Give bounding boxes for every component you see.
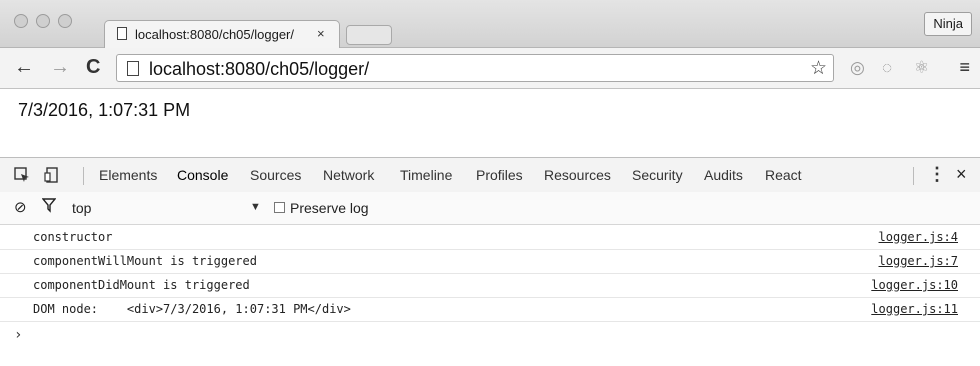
console-log-row: DOM node: <div>7/3/2016, 1:07:31 PM</div… <box>0 298 980 322</box>
tab-sources[interactable]: Sources <box>250 167 301 183</box>
tab-timeline[interactable]: Timeline <box>400 167 452 183</box>
title-bar: localhost:8080/ch05/logger/ × Ninja <box>0 0 980 48</box>
inspect-element-icon[interactable] <box>14 167 30 183</box>
extension-icon[interactable]: ◌ <box>882 58 892 78</box>
tab-elements[interactable]: Elements <box>99 167 157 183</box>
browser-tab[interactable]: localhost:8080/ch05/logger/ × <box>104 20 340 48</box>
tab-network[interactable]: Network <box>323 167 374 183</box>
console-filter-bar: ⊘ top ▼ Preserve log <box>0 192 980 225</box>
tab-resources[interactable]: Resources <box>544 167 611 183</box>
minimize-window-button[interactable] <box>36 14 50 28</box>
console-prompt-icon[interactable]: › <box>14 327 22 343</box>
log-source-link[interactable]: logger.js:4 <box>879 230 958 244</box>
page-icon <box>117 27 127 40</box>
log-message: constructor <box>33 230 113 244</box>
tab-audits[interactable]: Audits <box>704 167 743 183</box>
devtools-menu-icon[interactable]: ⋮ <box>928 164 946 185</box>
close-devtools-icon[interactable]: × <box>956 164 967 185</box>
tab-title: localhost:8080/ch05/logger/ <box>135 27 295 42</box>
tab-profiles[interactable]: Profiles <box>476 167 523 183</box>
preserve-log-label: Preserve log <box>290 200 369 216</box>
star-icon[interactable]: ☆ <box>810 57 827 80</box>
filter-icon[interactable] <box>42 197 56 213</box>
clear-console-icon[interactable]: ⊘ <box>14 198 27 216</box>
preserve-log-checkbox[interactable] <box>274 202 285 213</box>
page-date-text: 7/3/2016, 1:07:31 PM <box>18 100 191 120</box>
menu-icon[interactable]: ≡ <box>959 57 970 78</box>
toolbar-divider <box>913 167 914 185</box>
url-text[interactable]: localhost:8080/ch05/logger/ <box>149 59 369 80</box>
extension-icon[interactable]: ◎ <box>850 58 865 78</box>
console-log-row: constructor logger.js:4 <box>0 226 980 250</box>
maximize-window-button[interactable] <box>58 14 72 28</box>
close-window-button[interactable] <box>14 14 28 28</box>
log-message: componentWillMount is triggered <box>33 254 257 268</box>
tab-react[interactable]: React <box>765 167 802 183</box>
browser-window: localhost:8080/ch05/logger/ × Ninja ← → … <box>0 0 980 366</box>
back-arrow-icon[interactable]: ← <box>14 56 34 78</box>
tab-security[interactable]: Security <box>632 167 683 183</box>
close-tab-icon[interactable]: × <box>317 26 325 41</box>
log-message: componentDidMount is triggered <box>33 278 250 292</box>
chevron-down-icon[interactable]: ▼ <box>250 201 261 213</box>
browser-toolbar: ← → C localhost:8080/ch05/logger/ ☆ ◎ ◌ … <box>0 48 980 89</box>
console-log-row: componentWillMount is triggered logger.j… <box>0 250 980 274</box>
log-message: DOM node: <div>7/3/2016, 1:07:31 PM</div… <box>33 302 351 316</box>
devtools-tabbar: Elements Console Sources Network Timelin… <box>0 157 980 193</box>
new-tab-button[interactable] <box>346 25 392 45</box>
log-source-link[interactable]: logger.js:10 <box>871 278 958 292</box>
react-icon[interactable]: ⚛ <box>914 58 929 78</box>
device-mode-icon[interactable] <box>44 167 60 183</box>
tab-console[interactable]: Console <box>177 167 228 183</box>
log-source-link[interactable]: logger.js:7 <box>879 254 958 268</box>
context-selector[interactable]: top <box>72 200 91 216</box>
console-log-row: componentDidMount is triggered logger.js… <box>0 274 980 298</box>
address-bar[interactable]: localhost:8080/ch05/logger/ ☆ <box>116 54 834 82</box>
toolbar-divider <box>83 167 84 185</box>
profile-button[interactable]: Ninja <box>924 12 972 36</box>
log-source-link[interactable]: logger.js:11 <box>871 302 958 316</box>
reload-icon[interactable]: C <box>86 56 100 78</box>
page-icon <box>127 61 139 76</box>
forward-arrow-icon[interactable]: → <box>50 56 70 78</box>
